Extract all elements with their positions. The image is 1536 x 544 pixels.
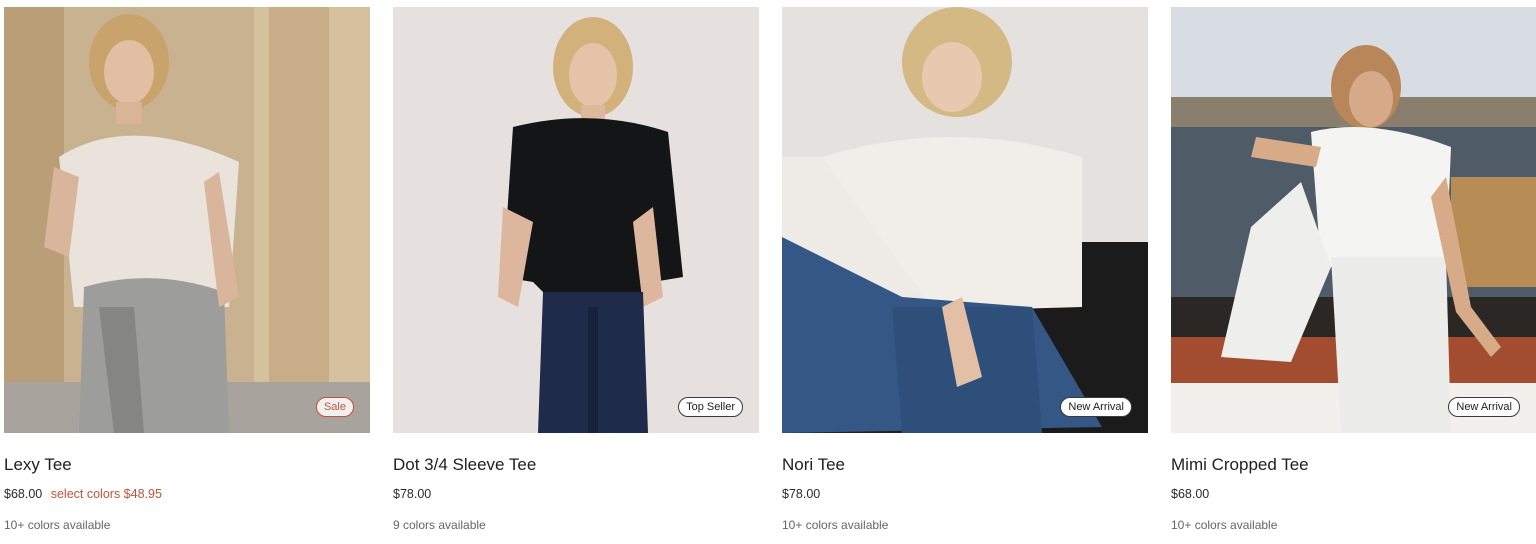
colors-available[interactable]: 10+ colors available bbox=[4, 517, 370, 533]
price-row: $78.00 bbox=[393, 486, 759, 502]
price-row: $68.00 bbox=[1171, 486, 1536, 502]
price-row: $78.00 bbox=[782, 486, 1148, 502]
product-price: $68.00 bbox=[1171, 487, 1210, 501]
price-row: $68.00 select colors $48.95 bbox=[4, 486, 370, 502]
product-photo-mimi-cropped-tee bbox=[1171, 7, 1536, 433]
product-card[interactable]: New Arrival Nori Tee $78.00 10+ colors a… bbox=[782, 7, 1148, 533]
product-name[interactable]: Nori Tee bbox=[782, 454, 1148, 476]
colors-available[interactable]: 10+ colors available bbox=[782, 517, 1148, 533]
product-photo-dot-sleeve-tee bbox=[393, 7, 759, 433]
product-name[interactable]: Dot 3/4 Sleeve Tee bbox=[393, 454, 759, 476]
product-image[interactable]: Top Seller bbox=[393, 7, 759, 433]
top-seller-badge: Top Seller bbox=[678, 397, 743, 417]
new-arrival-badge: New Arrival bbox=[1448, 397, 1520, 417]
product-photo-lexy-tee bbox=[4, 7, 370, 433]
product-price: $78.00 bbox=[393, 487, 432, 501]
colors-available[interactable]: 10+ colors available bbox=[1171, 517, 1536, 533]
product-price: $78.00 bbox=[782, 487, 821, 501]
product-card[interactable]: Sale Lexy Tee $68.00 select colors $48.9… bbox=[4, 7, 370, 533]
product-name[interactable]: Mimi Cropped Tee bbox=[1171, 454, 1536, 476]
product-name[interactable]: Lexy Tee bbox=[4, 454, 370, 476]
product-card[interactable]: Top Seller Dot 3/4 Sleeve Tee $78.00 9 c… bbox=[393, 7, 759, 533]
product-photo-nori-tee bbox=[782, 7, 1148, 433]
product-card[interactable]: New Arrival Mimi Cropped Tee $68.00 10+ … bbox=[1171, 7, 1536, 533]
colors-available[interactable]: 9 colors available bbox=[393, 517, 759, 533]
sale-price: select colors $48.95 bbox=[50, 487, 162, 501]
product-image[interactable]: Sale bbox=[4, 7, 370, 433]
sale-badge: Sale bbox=[315, 397, 354, 417]
product-image[interactable]: New Arrival bbox=[1171, 7, 1536, 433]
new-arrival-badge: New Arrival bbox=[1060, 397, 1132, 417]
product-image[interactable]: New Arrival bbox=[782, 7, 1148, 433]
product-price: $68.00 bbox=[4, 487, 43, 501]
product-grid: Sale Lexy Tee $68.00 select colors $48.9… bbox=[0, 0, 1536, 544]
